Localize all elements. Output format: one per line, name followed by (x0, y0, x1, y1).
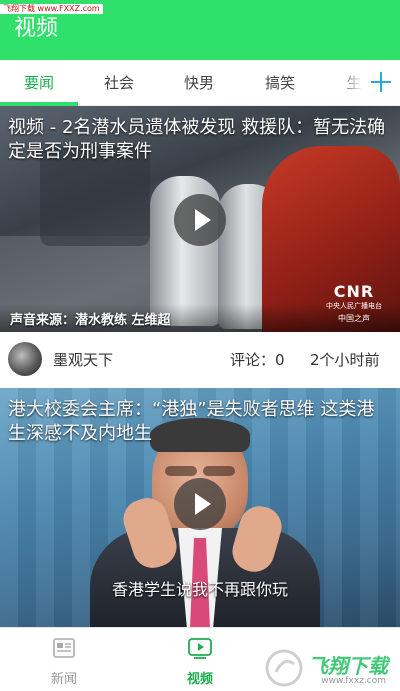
video-subtitle: 香港学生说我不再跟你玩 (111, 580, 288, 599)
nav-item-video[interactable]: 视频 (140, 628, 260, 691)
video-title[interactable]: 视频 - 2名潜水员遗体被发现 救援队：暂无法确定是否为刑事案件 (8, 116, 392, 164)
logo-name: CNR (333, 282, 375, 301)
play-icon[interactable] (174, 478, 226, 530)
logo-line2: 中国之声 (338, 314, 370, 323)
video-icon (188, 638, 212, 659)
broadcaster-logo: CNR 中央人民广播电台 中国之声 (326, 282, 382, 324)
scene-glasses-right (203, 466, 235, 476)
corner-watermark-url: www.fxxz.com (321, 676, 386, 686)
tab-kuainan[interactable]: 快男 (164, 60, 234, 106)
page-title: 视频 (14, 16, 59, 41)
video-card[interactable]: 港大校委会主席：“港独”是失败者思维 这类港生深感不及内地生 香港学生说我不再跟… (0, 388, 400, 627)
scene-glasses-left (165, 466, 197, 476)
video-meta-row: 墨观天下 评论：0 2个小时前 (0, 332, 400, 388)
nav-item-news[interactable]: 新闻 (4, 628, 124, 691)
nav-label-video: 视频 (186, 672, 213, 687)
publish-time: 2个小时前 (310, 351, 380, 369)
author-name[interactable]: 墨观天下 (53, 349, 113, 370)
newspaper-icon (53, 638, 75, 658)
tab-shehui[interactable]: 社会 (84, 60, 154, 106)
app-root: 飞翔下载 www.FXXZ.com 视频 要闻 社会 快男 搞笑 生 视频 - … (0, 0, 400, 691)
nav-label-news: 新闻 (50, 672, 77, 687)
corner-watermark-text: 飞翔下载 (308, 654, 388, 678)
app-header: 飞翔下载 www.FXXZ.com 视频 (0, 0, 400, 60)
comment-count[interactable]: 评论：0 (230, 349, 285, 370)
logo-line1: 中央人民广播电台 (326, 302, 382, 310)
play-icon[interactable] (174, 194, 226, 246)
video-card[interactable]: 视频 - 2名潜水员遗体被发现 救援队：暂无法确定是否为刑事案件 声音来源：潜水… (0, 106, 400, 332)
video-title[interactable]: 港大校委会主席：“港独”是失败者思维 这类港生深感不及内地生 (8, 398, 392, 446)
tab-yaowen[interactable]: 要闻 (0, 60, 78, 106)
tab-gaoxiao[interactable]: 搞笑 (245, 60, 315, 106)
video-caption: 声音来源：潜水教练 左维超 (10, 313, 171, 328)
watermark-text: 飞翔下载 www.FXXZ.com (0, 4, 103, 14)
plus-icon[interactable] (370, 71, 392, 93)
avatar[interactable] (8, 342, 42, 376)
